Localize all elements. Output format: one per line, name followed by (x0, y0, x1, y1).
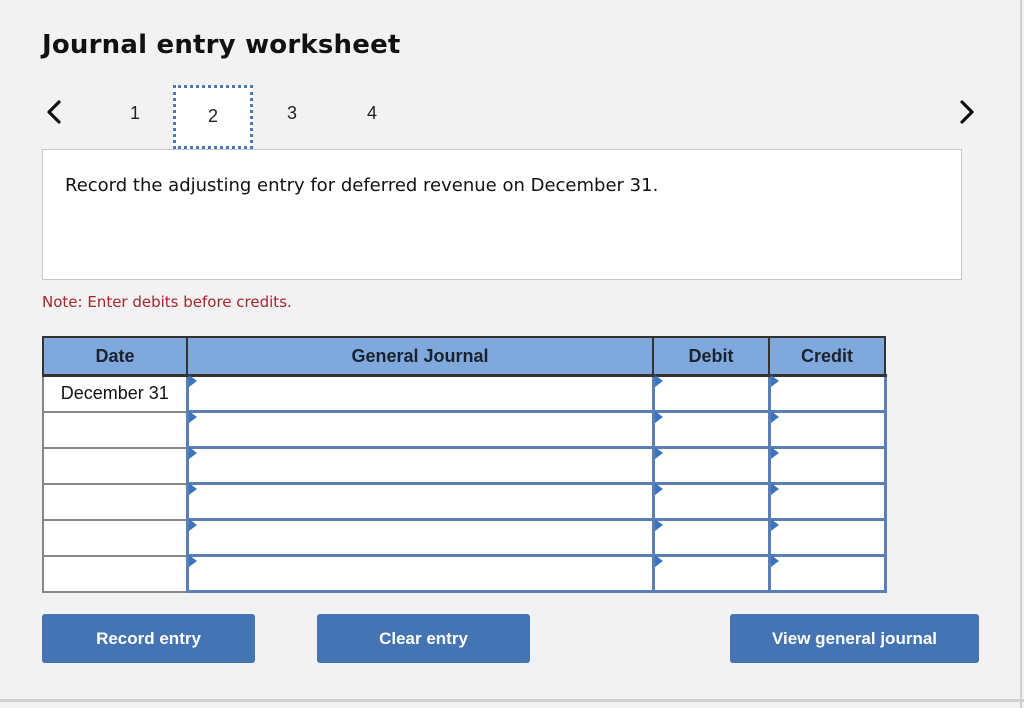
credit-input[interactable] (770, 413, 884, 446)
account-cell (185, 446, 655, 485)
window-bottom-border (0, 699, 1024, 702)
table-row (42, 554, 887, 593)
chevron-right-icon (960, 100, 974, 124)
debit-input[interactable] (654, 413, 768, 446)
table-row (42, 410, 887, 449)
dropdown-flag-icon (770, 555, 779, 567)
account-input[interactable] (188, 521, 652, 554)
date-cell: December 31 (42, 374, 188, 413)
dropdown-flag-icon (654, 447, 663, 459)
account-cell (185, 554, 655, 593)
column-header-credit: Credit (768, 336, 886, 377)
dropdown-flag-icon (188, 447, 197, 459)
table-row (42, 482, 887, 521)
date-cell (42, 482, 188, 521)
next-step-button[interactable] (955, 96, 979, 128)
page-title: Journal entry worksheet (42, 30, 401, 60)
step-tab-1[interactable]: 1 (115, 97, 155, 129)
dropdown-flag-icon (770, 447, 779, 459)
table-row (42, 518, 887, 557)
debit-cell (651, 482, 771, 521)
debit-input[interactable] (654, 449, 768, 482)
chevron-left-icon (47, 100, 61, 124)
account-input[interactable] (188, 377, 652, 410)
view-general-journal-button[interactable]: View general journal (730, 614, 979, 663)
account-input[interactable] (188, 449, 652, 482)
prompt-panel: Record the adjusting entry for deferred … (42, 149, 962, 280)
dropdown-flag-icon (188, 483, 197, 495)
window-right-border (1020, 0, 1022, 708)
date-cell (42, 410, 188, 449)
credit-input[interactable] (770, 557, 884, 590)
dropdown-flag-icon (654, 519, 663, 531)
credit-cell (767, 410, 887, 449)
debit-cell (651, 446, 771, 485)
dropdown-flag-icon (770, 411, 779, 423)
column-header-debit: Debit (652, 336, 770, 377)
credit-input[interactable] (770, 377, 884, 410)
account-cell (185, 518, 655, 557)
date-cell (42, 518, 188, 557)
dropdown-flag-icon (188, 375, 197, 387)
credit-input[interactable] (770, 449, 884, 482)
table-row: December 31 (42, 374, 887, 413)
dropdown-flag-icon (770, 483, 779, 495)
column-header-date: Date (42, 336, 188, 377)
dropdown-flag-icon (188, 555, 197, 567)
prompt-text: Record the adjusting entry for deferred … (65, 175, 659, 196)
credit-cell (767, 518, 887, 557)
record-entry-button[interactable]: Record entry (42, 614, 255, 663)
credit-cell (767, 554, 887, 593)
step-tab-3[interactable]: 3 (272, 97, 312, 129)
dropdown-flag-icon (654, 555, 663, 567)
dropdown-flag-icon (188, 411, 197, 423)
dropdown-flag-icon (770, 519, 779, 531)
account-cell (185, 482, 655, 521)
note-text: Note: Enter debits before credits. (42, 293, 292, 311)
account-input[interactable] (188, 557, 652, 590)
column-header-general-journal: General Journal (186, 336, 654, 377)
debit-cell (651, 374, 771, 413)
credit-cell (767, 482, 887, 521)
credit-cell (767, 446, 887, 485)
account-input[interactable] (188, 413, 652, 446)
clear-entry-button[interactable]: Clear entry (317, 614, 530, 663)
journal-table: Date General Journal Debit Credit Decemb… (42, 336, 887, 593)
table-header-row: Date General Journal Debit Credit (42, 336, 886, 377)
date-cell (42, 446, 188, 485)
debit-input[interactable] (654, 557, 768, 590)
debit-input[interactable] (654, 485, 768, 518)
dropdown-flag-icon (654, 375, 663, 387)
debit-cell (651, 554, 771, 593)
debit-input[interactable] (654, 377, 768, 410)
credit-input[interactable] (770, 521, 884, 554)
debit-cell (651, 410, 771, 449)
credit-input[interactable] (770, 485, 884, 518)
debit-input[interactable] (654, 521, 768, 554)
dropdown-flag-icon (188, 519, 197, 531)
prev-step-button[interactable] (42, 96, 66, 128)
debit-cell (651, 518, 771, 557)
step-tab-2[interactable]: 2 (173, 85, 253, 149)
dropdown-flag-icon (654, 411, 663, 423)
account-cell (185, 410, 655, 449)
step-tab-4[interactable]: 4 (352, 97, 392, 129)
account-cell (185, 374, 655, 413)
account-input[interactable] (188, 485, 652, 518)
date-cell (42, 554, 188, 593)
table-row (42, 446, 887, 485)
credit-cell (767, 374, 887, 413)
dropdown-flag-icon (770, 375, 779, 387)
dropdown-flag-icon (654, 483, 663, 495)
